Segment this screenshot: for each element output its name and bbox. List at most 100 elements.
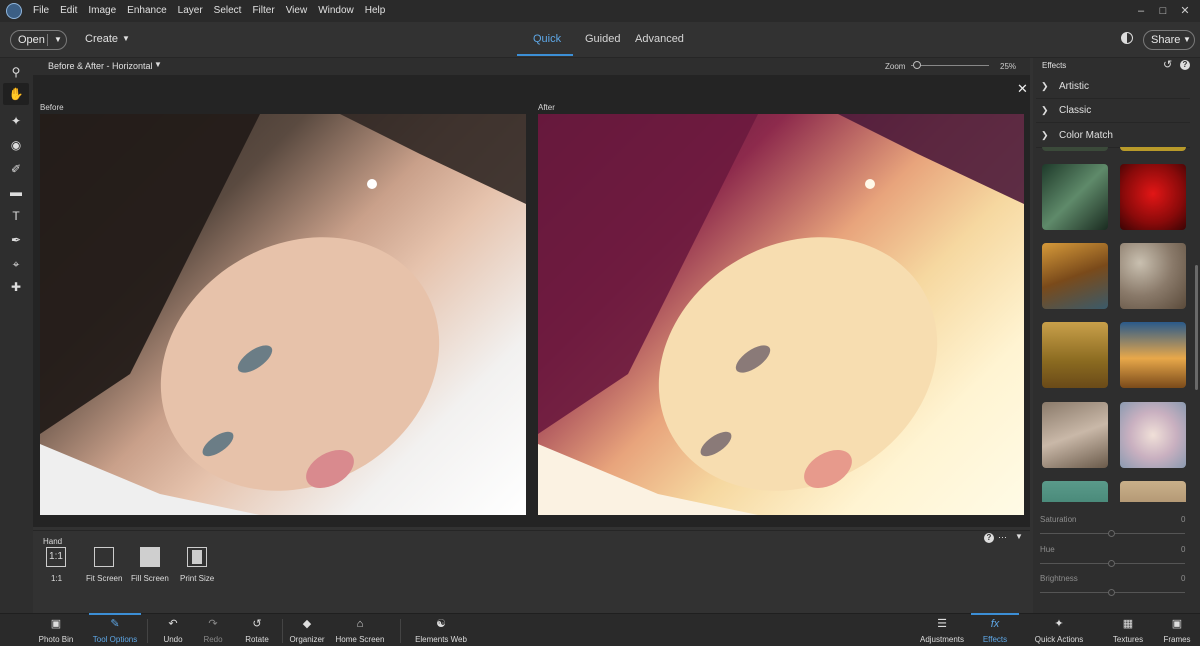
tab-guided[interactable]: Guided: [585, 33, 620, 45]
help-icon[interactable]: ?: [1180, 60, 1190, 70]
type-tool-icon[interactable]: T: [8, 208, 24, 224]
help-icon[interactable]: ?: [984, 533, 994, 543]
open-button[interactable]: Open ▼: [10, 30, 67, 50]
zoom-slider-thumb[interactable]: [913, 61, 921, 69]
effect-thumbnail[interactable]: [1120, 322, 1186, 388]
effect-thumbnail[interactable]: [1042, 481, 1108, 502]
organizer-button[interactable]: ◆ Organizer: [287, 618, 327, 644]
effect-thumbnail[interactable]: [1042, 402, 1108, 468]
category-classic[interactable]: ❯ Classic: [1036, 100, 1190, 123]
hue-label: Hue: [1040, 545, 1055, 554]
menu-edit[interactable]: Edit: [60, 0, 83, 22]
menu-select[interactable]: Select: [214, 0, 248, 22]
chevron-down-icon[interactable]: ▼: [54, 31, 62, 49]
effect-thumbnail[interactable]: [1120, 402, 1186, 468]
chevron-down-icon[interactable]: ▼: [154, 60, 162, 69]
effect-thumbnail[interactable]: [1042, 164, 1108, 230]
effect-thumbnail[interactable]: [1042, 147, 1108, 151]
photo-bin-button[interactable]: ▣ Photo Bin: [36, 618, 76, 644]
move-tool-icon[interactable]: ✚: [8, 279, 24, 295]
menu-layer[interactable]: Layer: [178, 0, 209, 22]
menu-bar: File Edit Image Enhance Layer Select Fil…: [0, 0, 1200, 22]
chevron-right-icon: ❯: [1041, 81, 1049, 91]
saturation-label: Saturation: [1040, 515, 1077, 524]
home-icon: ⌂: [356, 618, 364, 630]
tab-advanced[interactable]: Advanced: [635, 33, 684, 45]
minimize-icon[interactable]: –: [1133, 0, 1149, 22]
quick-selection-icon[interactable]: ✦: [8, 113, 24, 129]
close-window-icon[interactable]: ✕: [1177, 0, 1193, 22]
effects-button[interactable]: fx Effects: [976, 618, 1014, 644]
category-label: Classic: [1059, 105, 1092, 116]
chevron-down-icon[interactable]: ▼: [1183, 31, 1191, 49]
straighten-icon[interactable]: ▬: [8, 184, 24, 200]
after-label: After: [538, 103, 555, 112]
theme-contrast-icon[interactable]: [1121, 32, 1133, 44]
share-button[interactable]: Share ▼: [1143, 30, 1195, 50]
textures-button[interactable]: ▦ Textures: [1108, 618, 1148, 644]
after-photo[interactable]: [538, 114, 1024, 515]
category-label: Color Match: [1059, 130, 1113, 141]
print-size-label[interactable]: Print Size: [180, 574, 214, 583]
fill-screen-label[interactable]: Fill Screen: [131, 574, 169, 583]
one-to-one-icon[interactable]: 1:1: [46, 547, 66, 567]
chevron-down-icon: ❯: [1041, 130, 1049, 140]
effect-thumbnail[interactable]: [1120, 481, 1186, 502]
adjustments-button[interactable]: ☰ Adjustments: [917, 618, 967, 644]
one-to-one-label[interactable]: 1:1: [51, 574, 62, 583]
redo-button[interactable]: ↷ Redo: [199, 618, 227, 644]
create-button[interactable]: Create: [85, 33, 118, 45]
view-mode-select[interactable]: Before & After - Horizontal: [48, 61, 153, 71]
menu-help[interactable]: Help: [365, 0, 392, 22]
maximize-icon[interactable]: □: [1155, 0, 1171, 22]
menu-enhance[interactable]: Enhance: [127, 0, 172, 22]
reset-icon[interactable]: ↺: [1163, 58, 1172, 71]
effect-thumbnail[interactable]: [1120, 147, 1186, 151]
hue-slider-thumb[interactable]: [1108, 560, 1115, 567]
menu-image[interactable]: Image: [88, 0, 122, 22]
elements-web-button[interactable]: ☯ Elements Web: [412, 618, 470, 644]
category-artistic[interactable]: ❯ Artistic: [1036, 76, 1190, 99]
menu-file[interactable]: File: [33, 0, 55, 22]
zoom-label: Zoom: [885, 62, 906, 71]
frames-button[interactable]: ▣ Frames: [1160, 618, 1194, 644]
zoom-slider-track[interactable]: [911, 65, 989, 66]
zoom-tool-icon[interactable]: ⚲: [8, 64, 24, 80]
chevron-down-icon[interactable]: ▼: [1015, 532, 1023, 541]
active-bottom-indicator: [89, 613, 141, 615]
chevron-down-icon[interactable]: ▼: [122, 34, 130, 43]
before-photo[interactable]: [40, 114, 526, 515]
effect-thumbnail[interactable]: [1042, 322, 1108, 388]
quick-actions-button[interactable]: ✦ Quick Actions: [1033, 618, 1085, 644]
effect-thumbnail[interactable]: [1120, 243, 1186, 309]
fit-screen-label[interactable]: Fit Screen: [86, 574, 122, 583]
print-size-icon[interactable]: [187, 547, 207, 567]
undo-icon: ↶: [168, 618, 178, 630]
menu-filter[interactable]: Filter: [252, 0, 280, 22]
divider: [282, 619, 283, 643]
undo-button[interactable]: ↶ Undo: [159, 618, 187, 644]
panel-scrollbar[interactable]: [1195, 265, 1198, 390]
tab-quick[interactable]: Quick: [533, 33, 561, 45]
brush-icon[interactable]: ✐: [8, 161, 24, 177]
tool-options-button[interactable]: ✎ Tool Options: [89, 618, 141, 644]
menu-view[interactable]: View: [286, 0, 314, 22]
eye-tool-icon[interactable]: ◉: [8, 137, 24, 153]
fill-screen-icon[interactable]: [140, 547, 160, 567]
close-icon[interactable]: ✕: [1017, 81, 1028, 97]
home-screen-button[interactable]: ⌂ Home Screen: [334, 618, 386, 644]
more-options-icon[interactable]: ⋯: [998, 532, 1007, 543]
brightness-slider-thumb[interactable]: [1108, 589, 1115, 596]
tool-options-icon: ✎: [110, 618, 120, 630]
effect-thumbnail[interactable]: [1120, 164, 1186, 230]
rotate-button[interactable]: ↺ Rotate: [241, 618, 273, 644]
fit-screen-icon[interactable]: [94, 547, 114, 567]
menu-window[interactable]: Window: [318, 0, 360, 22]
effect-thumbnail[interactable]: [1042, 243, 1108, 309]
hand-tool-icon[interactable]: ✋: [3, 83, 29, 105]
category-color-match[interactable]: ❯ Color Match: [1036, 125, 1190, 148]
saturation-slider-thumb[interactable]: [1108, 530, 1115, 537]
crop-icon[interactable]: ⌖: [8, 256, 24, 272]
spot-healing-icon[interactable]: ✒: [8, 232, 24, 248]
brightness-value: 0: [1181, 574, 1186, 583]
